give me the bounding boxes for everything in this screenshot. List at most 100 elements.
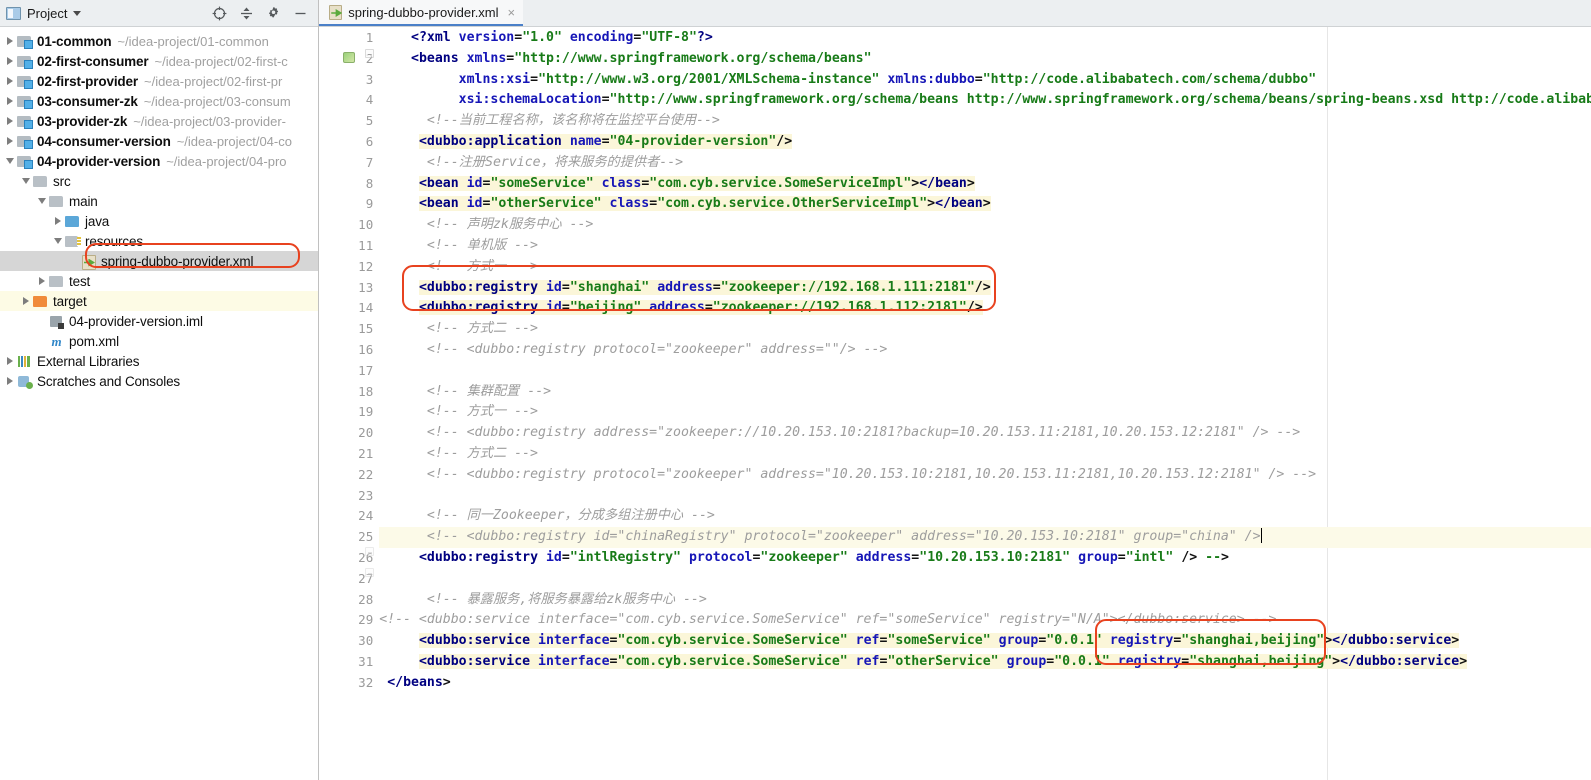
tab-spring-dubbo-provider-xml[interactable]: spring-dubbo-provider.xml × bbox=[319, 0, 524, 26]
chevron-down-icon[interactable] bbox=[36, 198, 48, 204]
project-tool-window: Project 01-common ~/idea-project/01-comm… bbox=[0, 0, 320, 780]
code-line[interactable]: <!--注册Service，将来服务的提供者--> bbox=[379, 153, 1591, 174]
code-line[interactable]: <dubbo:registry id="beijing" address="zo… bbox=[379, 298, 1591, 319]
tree-item-path: ~/idea-project/03-provider- bbox=[133, 113, 287, 129]
code-line[interactable] bbox=[379, 569, 1591, 590]
chevron-down-icon[interactable] bbox=[4, 158, 16, 164]
chevron-down-icon[interactable] bbox=[20, 178, 32, 184]
tree-item-scratches-and-consoles[interactable]: Scratches and Consoles bbox=[0, 371, 318, 391]
code-editor[interactable]: 1 2 3 4 5 6 7 8 9 10 11 12 13 14 15 16 17 18 19 20 21 22 23 24 2… bbox=[319, 27, 1591, 780]
hide-panel-icon[interactable] bbox=[292, 5, 308, 21]
tree-item-04-consumer-version[interactable]: 04-consumer-version ~/idea-project/04-co bbox=[0, 131, 318, 151]
tree-item-01-common[interactable]: 01-common ~/idea-project/01-common bbox=[0, 31, 318, 51]
code-line[interactable]: <!-- 方式一 --> bbox=[379, 257, 1591, 278]
spring-bean-gutter-icon[interactable] bbox=[343, 52, 356, 63]
line-number: 29 bbox=[358, 612, 374, 628]
tree-item-target[interactable]: target bbox=[0, 291, 319, 311]
code-line[interactable]: <bean id="someService" class="com.cyb.se… bbox=[379, 174, 1591, 195]
editor-tab-bar: spring-dubbo-provider.xml × bbox=[319, 0, 1591, 27]
code-line[interactable]: </beans> bbox=[379, 673, 1591, 694]
close-icon[interactable]: × bbox=[508, 6, 516, 19]
tree-item-label: 01-common bbox=[37, 33, 112, 49]
project-tree[interactable]: 01-common ~/idea-project/01-common 02-firs… bbox=[0, 27, 319, 780]
code-line[interactable]: <!-- 集群配置 --> bbox=[379, 382, 1591, 403]
code-fold-toggle[interactable] bbox=[365, 547, 375, 556]
chevron-right-icon[interactable] bbox=[52, 217, 64, 225]
collapse-all-icon[interactable] bbox=[238, 5, 254, 21]
chevron-right-icon[interactable] bbox=[36, 277, 48, 285]
chevron-right-icon[interactable] bbox=[4, 377, 16, 385]
code-line[interactable]: <!-- 单机版 --> bbox=[379, 236, 1591, 257]
code-line[interactable] bbox=[379, 361, 1591, 382]
tree-item-src[interactable]: src bbox=[0, 171, 318, 191]
code-line[interactable]: xmlns:xsi="http://www.w3.org/2001/XMLSch… bbox=[379, 70, 1591, 91]
code-line[interactable]: <beans xmlns="http://www.springframework… bbox=[379, 49, 1591, 70]
line-number: 7 bbox=[365, 154, 374, 170]
gear-icon[interactable] bbox=[265, 5, 281, 21]
code-line[interactable]: <!-- 方式二 --> bbox=[379, 319, 1591, 340]
tree-item-04-provider-version-iml[interactable]: 04-provider-version.iml bbox=[0, 311, 318, 331]
project-panel-header: Project bbox=[0, 0, 319, 27]
code-line[interactable]: <!-- <dubbo:service interface="com.cyb.s… bbox=[379, 610, 1591, 631]
tree-item-label: Scratches and Consoles bbox=[37, 373, 181, 389]
code-line[interactable]: <!--当前工程名称，该名称将在监控平台使用--> bbox=[379, 111, 1591, 132]
code-line[interactable]: <!-- <dubbo:registry protocol="zookeeper… bbox=[379, 340, 1591, 361]
tree-item-java[interactable]: java bbox=[0, 211, 318, 231]
code-line[interactable] bbox=[379, 486, 1591, 507]
chevron-right-icon[interactable] bbox=[4, 57, 16, 65]
code-line[interactable]: <!-- 方式二 --> bbox=[379, 444, 1591, 465]
chevron-down-icon[interactable] bbox=[73, 10, 82, 16]
code-line[interactable]: <bean id="otherService" class="com.cyb.s… bbox=[379, 194, 1591, 215]
tree-item-03-provider-zk[interactable]: 03-provider-zk ~/idea-project/03-provider… bbox=[0, 111, 318, 131]
chevron-down-icon[interactable] bbox=[52, 238, 64, 244]
line-number: 25 bbox=[358, 529, 374, 545]
code-line[interactable]: <dubbo:registry id="shanghai" address="z… bbox=[379, 278, 1591, 299]
tree-item-spring-dubbo-provider-xml[interactable]: spring-dubbo-provider.xml bbox=[0, 251, 319, 271]
tree-item-03-consumer-zk[interactable]: 03-consumer-zk ~/idea-project/03-consum bbox=[0, 91, 318, 111]
tree-item-test[interactable]: test bbox=[0, 271, 318, 291]
tree-item-label: 03-provider-zk bbox=[37, 113, 128, 129]
tree-item-04-provider-version[interactable]: 04-provider-version ~/idea-project/04-pro bbox=[0, 151, 318, 171]
tree-item-label: resources bbox=[85, 233, 143, 249]
code-line[interactable]: <!-- 同一Zookeeper，分成多组注册中心 --> bbox=[379, 506, 1591, 527]
chevron-right-icon[interactable] bbox=[4, 97, 16, 105]
tree-item-label: 02-first-consumer bbox=[37, 53, 149, 69]
chevron-right-icon[interactable] bbox=[4, 137, 16, 145]
code-line[interactable]: <dubbo:service interface="com.cyb.servic… bbox=[379, 631, 1591, 652]
chevron-right-icon[interactable] bbox=[4, 357, 16, 365]
code-line[interactable]: <dubbo:service interface="com.cyb.servic… bbox=[379, 652, 1591, 673]
code-line[interactable]: <!-- 暴露服务,将服务暴露给zk服务中心 --> bbox=[379, 590, 1591, 611]
chevron-right-icon[interactable] bbox=[4, 77, 16, 85]
code-fold-toggle[interactable] bbox=[365, 568, 375, 577]
chevron-right-icon[interactable] bbox=[4, 37, 16, 45]
target-folder-icon bbox=[32, 294, 49, 309]
project-panel-title-group[interactable]: Project bbox=[6, 6, 82, 21]
locate-icon[interactable] bbox=[211, 5, 227, 21]
line-number-gutter[interactable]: 1 2 3 4 5 6 7 8 9 10 11 12 13 14 15 16 17 18 19 20 21 22 23 24 2… bbox=[319, 27, 380, 780]
tree-item-02-first-provider[interactable]: 02-first-provider ~/idea-project/02-first… bbox=[0, 71, 318, 91]
code-line[interactable]: <!-- <dubbo:registry protocol="zookeeper… bbox=[379, 465, 1591, 486]
code-line[interactable]: xsi:schemaLocation="http://www.springfra… bbox=[379, 90, 1591, 111]
code-line[interactable]: <!-- 方式一 --> bbox=[379, 402, 1591, 423]
code-fold-toggle[interactable] bbox=[365, 49, 375, 58]
code-content[interactable]: <?xml version="1.0" encoding="UTF-8"?> <… bbox=[379, 27, 1591, 780]
line-number: 13 bbox=[358, 279, 374, 295]
line-number: 10 bbox=[358, 217, 374, 233]
tree-item-label: 04-provider-version.iml bbox=[69, 313, 203, 329]
chevron-right-icon[interactable] bbox=[4, 117, 16, 125]
line-number: 16 bbox=[358, 341, 374, 357]
line-number: 4 bbox=[365, 92, 374, 108]
code-line[interactable]: <!-- <dubbo:registry address="zookeeper:… bbox=[379, 423, 1591, 444]
tree-item-pom-xml[interactable]: m pom.xml bbox=[0, 331, 318, 351]
code-line[interactable]: <?xml version="1.0" encoding="UTF-8"?> bbox=[379, 28, 1591, 49]
tree-item-02-first-consumer[interactable]: 02-first-consumer ~/idea-project/02-first… bbox=[0, 51, 318, 71]
tree-item-resources[interactable]: resources bbox=[0, 231, 318, 251]
code-line[interactable]: <dubbo:registry id="intlRegistry" protoc… bbox=[379, 548, 1591, 569]
tree-item-main[interactable]: main bbox=[0, 191, 318, 211]
chevron-right-icon[interactable] bbox=[20, 297, 32, 305]
code-line[interactable]: <!-- <dubbo:registry id="chinaRegistry" … bbox=[379, 527, 1591, 548]
tree-item-external-libraries[interactable]: External Libraries bbox=[0, 351, 318, 371]
code-line[interactable]: <!-- 声明zk服务中心 --> bbox=[379, 215, 1591, 236]
code-line[interactable]: <dubbo:application name="04-provider-ver… bbox=[379, 132, 1591, 153]
line-number: 19 bbox=[358, 404, 374, 420]
